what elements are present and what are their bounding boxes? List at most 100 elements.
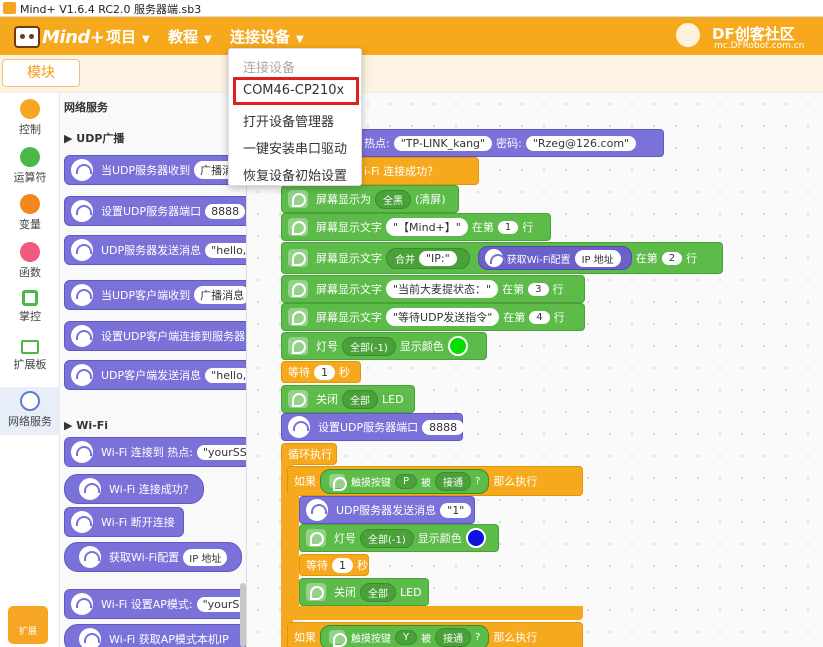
- category-dot-icon: [20, 147, 40, 167]
- wifi-icon: [71, 200, 93, 222]
- category-dot-icon: [20, 99, 40, 119]
- handpy-icon: [288, 249, 308, 267]
- menu-project[interactable]: 项目 ▼: [106, 26, 150, 47]
- block-udp-server-send[interactable]: UDP服务器发送消息 "1": [299, 496, 475, 524]
- dfrobot-logo: DF创客社区 mc.DFRobot.com.cn: [676, 21, 823, 55]
- wifi-icon: [71, 159, 93, 181]
- palette-block-udp-client-receive[interactable]: 当UDP客户端收到 广播消息: [64, 280, 246, 310]
- block-get-wifi-config[interactable]: 获取Wi-Fi配置 IP 地址: [477, 246, 632, 270]
- block-wifi-connected[interactable]: i-Fi 连接成功？: [357, 157, 479, 185]
- highlight-box: [233, 77, 359, 105]
- palette-header-udp: ▶ UDP广播: [64, 132, 125, 145]
- wifi-icon: [71, 239, 93, 261]
- menu-tutorial[interactable]: 教程 ▼: [168, 26, 212, 47]
- handpy-icon: [329, 630, 347, 647]
- wifi-icon: [79, 478, 101, 500]
- if-bottom: [287, 606, 583, 620]
- palette-block-wifi-connect[interactable]: Wi-Fi 连接到 热点: "yourSS: [64, 437, 246, 467]
- robot-icon: [14, 26, 40, 48]
- dfrobot-gear-icon: [676, 23, 700, 47]
- wifi-icon: [71, 593, 93, 615]
- block-screen-text-3[interactable]: 屏幕显示文字 "当前大麦提状态：" 在第 3 行: [281, 275, 585, 303]
- palette-scrollbar[interactable]: [240, 583, 246, 647]
- block-wait-2[interactable]: 等待 1 秒: [299, 554, 369, 576]
- caret-down-icon: ▼: [296, 34, 304, 45]
- block-screen-clear[interactable]: 屏幕显示为 全黑 (清屏): [281, 185, 459, 213]
- globe-icon: [20, 391, 40, 411]
- wifi-icon: [79, 546, 101, 568]
- handpy-icon: [306, 529, 326, 547]
- menu-item-restore-device[interactable]: 恢复设备初始设置: [243, 165, 347, 184]
- palette-block-wifi-ap-ip[interactable]: Wi-Fi 获取AP模式本机IP: [64, 624, 246, 647]
- mindplus-logo: Mind+: [14, 25, 105, 49]
- palette-block-udp-server-receive[interactable]: 当UDP服务器收到 广播消: [64, 155, 246, 185]
- palette-block-udp-server-port[interactable]: 设置UDP服务器端口 8888: [64, 196, 246, 226]
- block-palette: 网络服务 ▶ UDP广播 当UDP服务器收到 广播消 设置UDP服务器端口 8888…: [60, 93, 247, 647]
- block-wait-1[interactable]: 等待 1 秒: [281, 361, 361, 383]
- wifi-icon: [71, 284, 93, 306]
- extension-button[interactable]: 扩展: [8, 606, 48, 644]
- category-variables[interactable]: 变量: [0, 194, 60, 238]
- handpy-icon: [288, 308, 308, 326]
- window-titlebar: Mind+ V1.6.4 RC2.0 服务器端.sb3: [0, 0, 823, 17]
- palette-block-udp-client-connect[interactable]: 设置UDP客户端连接到服务器: [64, 321, 246, 351]
- wifi-icon: [71, 325, 93, 347]
- caret-down-icon: ▼: [204, 34, 212, 45]
- menu-connect-device[interactable]: 连接设备 ▼: [230, 26, 304, 47]
- wifi-icon: [71, 364, 93, 386]
- block-wifi-connect[interactable]: 热点: "TP-LINK_kang" 密码: "Rzeg@126.com": [357, 129, 664, 157]
- category-control[interactable]: 控制: [0, 99, 60, 143]
- category-operators[interactable]: 运算符: [0, 147, 60, 191]
- palette-block-wifi-get-config[interactable]: 获取Wi-Fi配置 IP 地址: [64, 542, 242, 572]
- category-expansion-board[interactable]: 扩展板: [0, 340, 60, 384]
- wifi-icon: [79, 628, 101, 647]
- menu-item-install-driver[interactable]: 一键安装串口驱动: [243, 138, 347, 157]
- chip-icon: [22, 290, 38, 306]
- category-list: 控制 运算符 变量 函数 掌控 扩展板 网络服务 扩展: [0, 93, 60, 647]
- category-dot-icon: [20, 242, 40, 262]
- color-swatch-green[interactable]: [447, 336, 468, 356]
- menu-item-open-device-manager[interactable]: 打开设备管理器: [243, 111, 334, 130]
- caret-down-icon: ▼: [142, 34, 150, 45]
- tab-blocks[interactable]: 模块: [2, 59, 80, 87]
- window-title: Mind+ V1.6.4 RC2.0 服务器端.sb3: [20, 3, 202, 16]
- block-forever-loop[interactable]: 循环执行: [281, 443, 337, 465]
- if-arm: [287, 494, 299, 612]
- category-handpy[interactable]: 掌控: [0, 290, 60, 334]
- block-if-touch-p[interactable]: 如果 触摸按键 P 被接通? 那么执行: [287, 466, 583, 496]
- wifi-icon: [484, 249, 506, 267]
- handpy-icon: [288, 280, 308, 298]
- block-merge[interactable]: 合并 "IP:": [386, 247, 470, 269]
- palette-section-title: 网络服务: [64, 101, 108, 114]
- palette-block-wifi-connected[interactable]: Wi-Fi 连接成功？: [64, 474, 204, 504]
- handpy-icon: [288, 190, 308, 208]
- block-screen-text-2[interactable]: 屏幕显示文字 合并 "IP:" 获取Wi-Fi配置 IP 地址 在第 2 行: [281, 242, 723, 274]
- handpy-icon: [329, 474, 347, 491]
- app-icon: [3, 2, 16, 14]
- color-swatch-blue[interactable]: [465, 528, 486, 548]
- category-functions[interactable]: 函数: [0, 242, 60, 286]
- wifi-icon: [288, 416, 310, 438]
- block-touch-condition[interactable]: 触摸按键 Y 被接通?: [320, 624, 490, 647]
- palette-block-wifi-ap-mode[interactable]: Wi-Fi 设置AP模式: "yourSS: [64, 589, 246, 619]
- tab-row: 模块: [0, 55, 823, 93]
- palette-block-wifi-disconnect[interactable]: Wi-Fi 断开连接: [64, 507, 184, 537]
- block-led-color-2[interactable]: 灯号 全部(-1) 显示颜色: [299, 524, 499, 552]
- block-screen-text-1[interactable]: 屏幕显示文字 "【Mind+】" 在第 1 行: [281, 213, 551, 241]
- board-icon: [21, 340, 39, 354]
- handpy-icon: [288, 390, 308, 408]
- block-if-touch-y[interactable]: 如果 触摸按键 Y 被接通? 那么执行: [287, 622, 583, 647]
- block-led-off-2[interactable]: 关闭 全部 LED: [299, 578, 429, 606]
- category-dot-icon: [20, 194, 40, 214]
- block-led-color-1[interactable]: 灯号 全部(-1) 显示颜色: [281, 332, 487, 360]
- block-screen-text-4[interactable]: 屏幕显示文字 "等待UDP发送指令" 在第 4 行: [281, 303, 585, 331]
- category-network[interactable]: 网络服务: [0, 387, 60, 435]
- palette-block-udp-server-send[interactable]: UDP服务器发送消息 "hello,: [64, 235, 246, 265]
- block-udp-server-port[interactable]: 设置UDP服务器端口 8888: [281, 413, 465, 441]
- wifi-icon: [306, 499, 328, 521]
- wifi-icon: [71, 441, 93, 463]
- block-led-off-1[interactable]: 关闭 全部 LED: [281, 385, 415, 413]
- block-touch-condition[interactable]: 触摸按键 P 被接通?: [320, 468, 490, 494]
- palette-block-udp-client-send[interactable]: UDP客户端发送消息 "hello,: [64, 360, 246, 390]
- palette-header-wifi: ▶ Wi-Fi: [64, 419, 109, 432]
